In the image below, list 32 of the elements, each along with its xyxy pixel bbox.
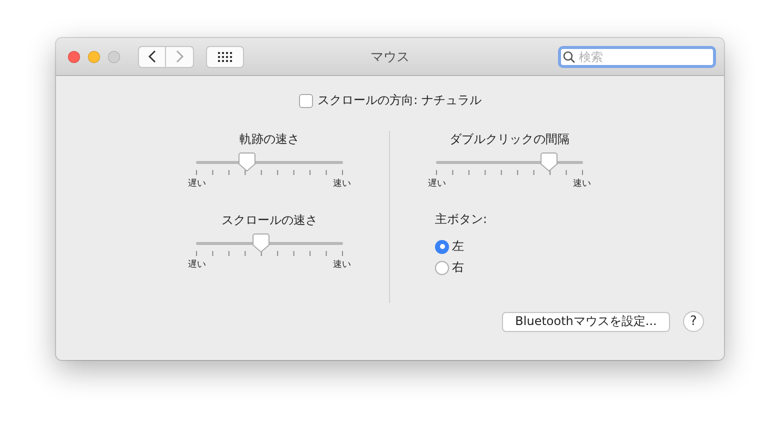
slider-title: ダブルクリックの間隔	[450, 131, 570, 148]
slow-label: 遅い	[188, 178, 206, 190]
fast-label: 速い	[333, 178, 351, 190]
slider-thumb[interactable]	[540, 152, 558, 172]
checkbox[interactable]	[298, 94, 313, 108]
slow-label: 遅い	[188, 258, 206, 271]
minimize-icon[interactable]	[88, 50, 100, 62]
checkbox-label: スクロールの方向: ナチュラル	[318, 92, 482, 109]
fast-label: 速い	[573, 178, 591, 190]
radio-label: 左	[452, 238, 464, 255]
window-title: マウス	[370, 48, 410, 66]
slow-label: 遅い	[428, 178, 446, 190]
slider-thumb[interactable]	[238, 152, 256, 172]
grid-icon	[218, 52, 232, 62]
slider-title: スクロールの速さ	[222, 212, 318, 229]
radio-label: 右	[452, 259, 464, 276]
show-all-button[interactable]	[206, 46, 244, 68]
fast-label: 速い	[333, 258, 351, 271]
search-field[interactable]: 検索	[558, 46, 716, 68]
primary-button-label: 主ボタン:	[435, 211, 488, 228]
slider-thumb[interactable]	[252, 233, 270, 253]
zoom-icon	[108, 50, 120, 62]
close-icon[interactable]	[68, 50, 80, 62]
bluetooth-setup-button[interactable]: Bluetoothマウスを設定...	[502, 312, 670, 332]
radio-button[interactable]	[435, 260, 449, 274]
search-icon	[563, 50, 575, 62]
help-button[interactable]: ?	[683, 311, 704, 332]
radio-button[interactable]	[435, 240, 449, 254]
slider-title: 軌跡の速さ	[240, 131, 300, 148]
back-button[interactable]	[138, 46, 166, 68]
chevron-right-icon	[176, 50, 184, 63]
chevron-left-icon	[148, 50, 156, 63]
